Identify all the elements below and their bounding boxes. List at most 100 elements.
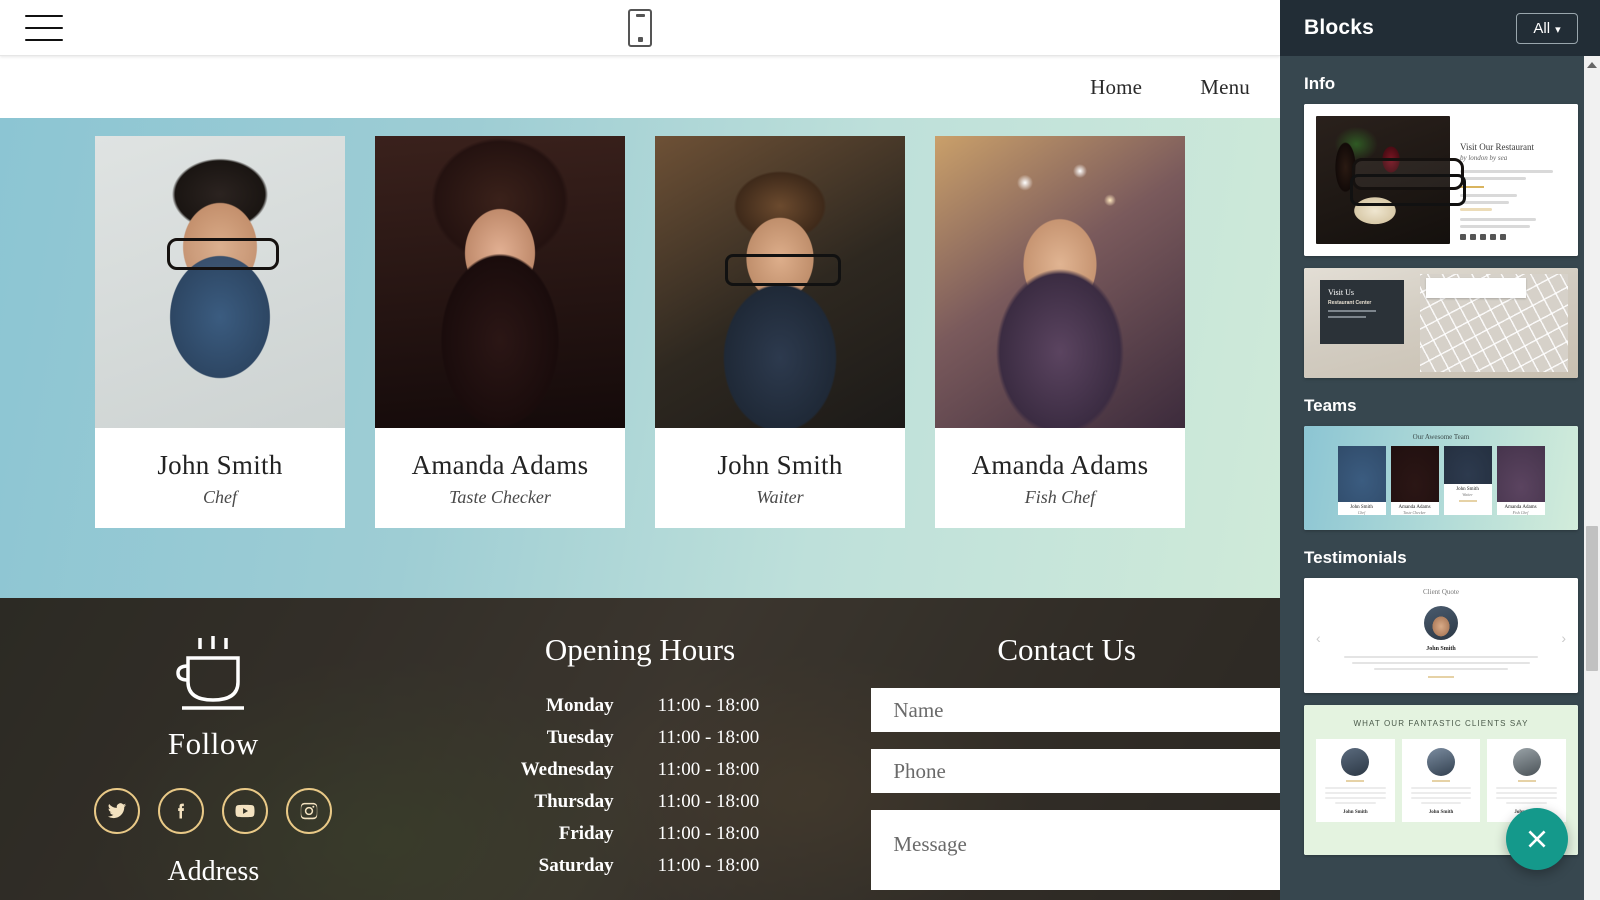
thumb-text-line	[1460, 218, 1537, 221]
block-thumb-our-awesome-team[interactable]: Our Awesome Team John Smith Chef Amanda …	[1304, 426, 1578, 530]
avatar	[1512, 748, 1541, 776]
team-member-role: Chef	[203, 487, 237, 507]
team-member-card[interactable]: John Smith Waiter	[655, 136, 905, 528]
group-label-info: Info	[1304, 74, 1336, 93]
map-info-card: Visit Us Restaurant Center	[1320, 280, 1404, 344]
hours-time: 11:00 - 18:00	[657, 855, 760, 876]
site-preview-canvas: Home Menu John Smith Chef Amanda Adams T…	[0, 56, 1280, 900]
thumb-team-card: Amanda Adams Fish Chef	[1496, 446, 1545, 515]
hours-time: 11:00 - 18:00	[657, 759, 760, 780]
phone-speaker	[635, 13, 645, 17]
scrollbar-thumb[interactable]	[1586, 526, 1598, 671]
social-links	[0, 788, 427, 834]
site-navigation: Home Menu	[0, 56, 1280, 118]
message-input[interactable]: Message	[871, 810, 1280, 890]
scroll-up-arrow-icon[interactable]	[1584, 56, 1600, 74]
thumb-text-line	[1506, 802, 1548, 804]
team-member-role: Waiter	[756, 487, 804, 507]
hours-time: 11:00 - 18:00	[657, 695, 760, 716]
hours-row: Saturday 11:00 - 18:00	[521, 850, 760, 882]
client-author: John Smith	[1343, 810, 1368, 815]
address-title: Address	[167, 856, 260, 887]
team-member-card[interactable]: Amanda Adams Fish Chef	[935, 136, 1185, 528]
team-member-card[interactable]: Amanda Adams Taste Checker	[375, 136, 625, 528]
hamburger-menu-icon[interactable]	[25, 14, 63, 41]
phone-input[interactable]: Phone	[871, 749, 1280, 793]
thumb-social-icons	[1460, 234, 1566, 240]
hours-row: Monday 11:00 - 18:00	[521, 690, 760, 722]
team-member-name: John Smith	[157, 450, 283, 480]
thumb-caption: WHAT OUR FANTASTIC CLIENTS SAY	[1353, 719, 1529, 728]
team-member-name: John Smith	[717, 450, 843, 480]
thumb-text-line	[1328, 310, 1376, 312]
thumb-text-line	[1410, 797, 1472, 799]
client-author: John Smith	[1428, 810, 1454, 815]
opening-hours-table: Monday 11:00 - 18:00 Tuesday 11:00 - 18:…	[521, 690, 760, 882]
name-input[interactable]: Name	[871, 688, 1280, 732]
thumb-subheading: Restaurant Center	[1328, 300, 1372, 306]
mobile-phone-icon[interactable]	[628, 8, 652, 47]
editor-toolbar	[0, 0, 1280, 56]
thumb-text-line	[1344, 656, 1538, 658]
thumb-divider	[1517, 780, 1536, 782]
block-thumb-restaurant-map[interactable]: Visit Us Restaurant Center	[1304, 268, 1578, 378]
thumb-team-card: Amanda Adams Taste Checker	[1390, 446, 1439, 515]
panel-scrollbar[interactable]	[1584, 56, 1600, 900]
hours-row: Tuesday 11:00 - 18:00	[521, 722, 760, 754]
team-member-photo	[95, 136, 345, 428]
thumb-text-line	[1374, 668, 1508, 670]
thumb-text-line	[1325, 787, 1386, 789]
team-member-card[interactable]: John Smith Chef	[95, 136, 345, 528]
contact-us-title: Contact Us	[997, 632, 1136, 667]
filter-label: All	[1533, 19, 1551, 37]
group-label-testimonials: Testimonials	[1304, 548, 1407, 567]
group-label-teams: Teams	[1304, 396, 1357, 415]
thumb-team-card: John Smith Chef	[1337, 446, 1386, 515]
facebook-icon	[1460, 234, 1466, 240]
instagram-icon[interactable]	[286, 788, 333, 834]
close-panel-button[interactable]	[1506, 808, 1568, 870]
footer-contact-column: Contact Us Name Phone Message	[853, 632, 1280, 900]
hamburger-bar	[25, 14, 63, 17]
team-member-photo	[1390, 446, 1439, 502]
opening-hours-title: Opening Hours	[544, 632, 736, 667]
nav-link-menu[interactable]: Menu	[1200, 75, 1250, 100]
footer-hours-column: Opening Hours Monday 11:00 - 18:00 Tuesd…	[427, 632, 854, 900]
blocks-panel-list[interactable]: Info Visit Our Restaurant by london by s…	[1280, 56, 1600, 900]
thumb-text-line	[1410, 792, 1472, 794]
facebook-icon[interactable]	[158, 788, 205, 834]
thumb-text-line	[1325, 792, 1386, 794]
blocks-panel-title: Blocks	[1304, 16, 1375, 39]
thumb-text-line	[1410, 787, 1472, 789]
team-member-role: Taste Checker	[1403, 510, 1426, 515]
team-member-photo	[935, 136, 1185, 428]
nav-link-home[interactable]: Home	[1090, 75, 1142, 100]
thumb-heading: Visit Us	[1328, 288, 1354, 297]
hours-time: 11:00 - 18:00	[657, 727, 760, 748]
hamburger-bar	[25, 26, 63, 29]
thumb-text-line	[1496, 792, 1558, 794]
block-thumb-client-quote[interactable]: Client Quote ‹ › John Smith	[1304, 578, 1578, 693]
category-filter-dropdown[interactable]: All ▾	[1516, 12, 1578, 44]
thumb-caption: Our Awesome Team	[1412, 433, 1470, 441]
team-block: John Smith Chef Amanda Adams Taste Check…	[0, 118, 1280, 598]
twitter-icon[interactable]	[94, 788, 141, 834]
twitter-icon	[1470, 234, 1476, 240]
linkedin-icon	[1480, 234, 1486, 240]
thumb-heading: Visit Our Restaurant	[1460, 142, 1534, 152]
thumb-divider	[1458, 500, 1477, 502]
instagram-icon	[1490, 234, 1496, 240]
phone-home-button	[637, 36, 643, 42]
thumb-text-line	[1335, 802, 1376, 804]
chevron-right-icon: ›	[1561, 630, 1566, 646]
team-member-role: Taste Checker	[449, 487, 551, 507]
blocks-panel-header: Blocks All ▾	[1280, 0, 1600, 56]
team-member-photo	[1496, 446, 1545, 502]
youtube-icon[interactable]	[222, 788, 269, 834]
close-icon	[1528, 830, 1546, 848]
coffee-cup-icon	[166, 632, 260, 718]
thumb-text-line	[1460, 225, 1530, 228]
team-member-role: Waiter	[1462, 492, 1473, 497]
team-member-name: Amanda Adams	[971, 450, 1149, 480]
team-member-role: Fish Chef	[1024, 487, 1096, 507]
